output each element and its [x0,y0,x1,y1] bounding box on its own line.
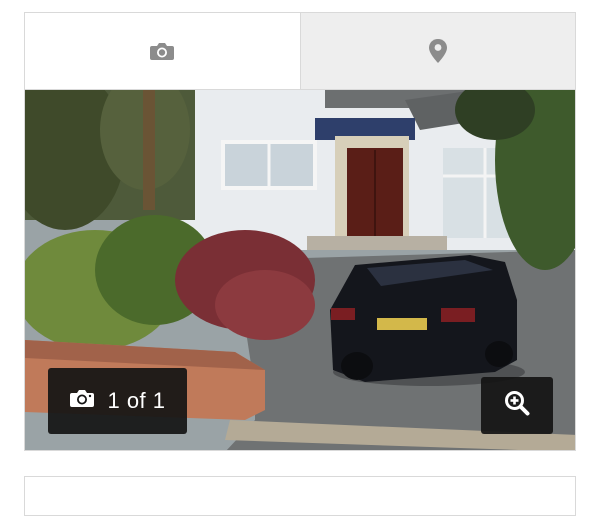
photo-counter: 1 of 1 [48,368,187,434]
media-tabs [25,13,575,90]
zoom-button[interactable] [481,377,553,434]
property-photo[interactable]: 1 of 1 [25,90,575,450]
next-section-card [24,476,576,516]
tab-photos[interactable] [25,13,300,89]
photo-counter-text: 1 of 1 [107,388,166,413]
camera-icon [69,388,95,414]
property-media-card: 1 of 1 [24,12,576,451]
zoom-in-icon [504,390,530,421]
tab-map[interactable] [299,13,575,89]
camera-icon [149,41,175,61]
map-pin-icon [428,38,448,64]
